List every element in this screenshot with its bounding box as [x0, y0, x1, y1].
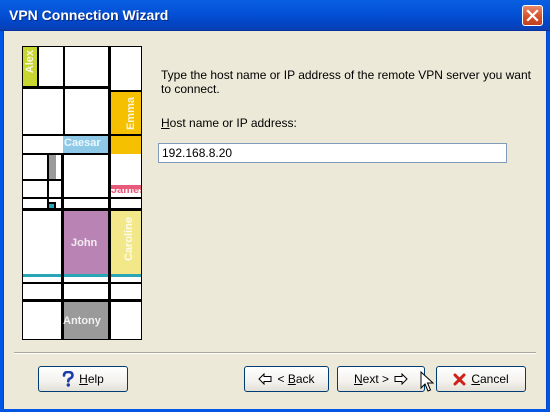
art-line — [108, 90, 141, 92]
art-stripe-teal — [23, 274, 141, 277]
back-prefix: < — [277, 372, 288, 386]
art-name-emma: Emma — [125, 97, 137, 131]
art-line — [23, 299, 141, 302]
arrow-right-icon — [394, 373, 408, 385]
art-line — [23, 153, 108, 155]
cancel-button[interactable]: Cancel — [436, 366, 526, 392]
art-line — [47, 153, 49, 210]
wizard-artwork: Alex Emma Caesar James John Caroline Ant… — [22, 46, 142, 340]
help-icon — [62, 371, 74, 387]
host-name-input[interactable] — [158, 143, 507, 163]
art-line — [37, 47, 39, 86]
cancel-access-key: C — [471, 372, 480, 386]
art-block-gray-small — [49, 153, 56, 180]
window-title: VPN Connection Wizard — [9, 7, 169, 23]
instruction-text: Type the host name or IP address of the … — [161, 68, 531, 96]
help-access-key: H — [79, 372, 88, 386]
close-button[interactable] — [522, 5, 543, 26]
help-button[interactable]: Help — [38, 366, 128, 392]
close-icon — [526, 9, 539, 22]
art-name-alex: Alex — [24, 50, 36, 74]
host-label-access-key: H — [161, 116, 170, 130]
next-button[interactable]: Next > — [337, 366, 425, 392]
art-name-caesar: Caesar — [64, 137, 101, 149]
art-line — [61, 153, 64, 339]
art-name-antony: Antony — [63, 315, 101, 327]
art-line — [23, 208, 141, 211]
back-button[interactable]: < Back — [244, 366, 329, 392]
red-x-icon — [453, 373, 466, 385]
art-line — [23, 282, 141, 284]
art-line — [63, 47, 65, 134]
art-name-caroline: Caroline — [123, 217, 135, 262]
separator-line — [14, 352, 536, 354]
art-name-john: John — [71, 237, 98, 249]
back-access-key: B — [287, 372, 296, 386]
next-label: ext > — [362, 372, 390, 386]
art-name-james: James — [111, 184, 142, 196]
host-name-label: Host name or IP address: — [161, 116, 297, 130]
host-label-text: ost name or IP address: — [169, 116, 297, 130]
arrow-left-icon — [258, 373, 272, 385]
art-line — [23, 86, 108, 89]
cancel-label: ancel — [479, 372, 509, 386]
next-access-key: N — [353, 372, 363, 386]
art-line — [23, 197, 141, 199]
back-label: ack — [295, 372, 315, 386]
help-label: elp — [87, 372, 104, 386]
title-bar: VPN Connection Wizard — [0, 0, 550, 31]
mouse-cursor-icon — [420, 371, 434, 392]
art-line — [23, 134, 141, 136]
art-line — [23, 179, 61, 181]
